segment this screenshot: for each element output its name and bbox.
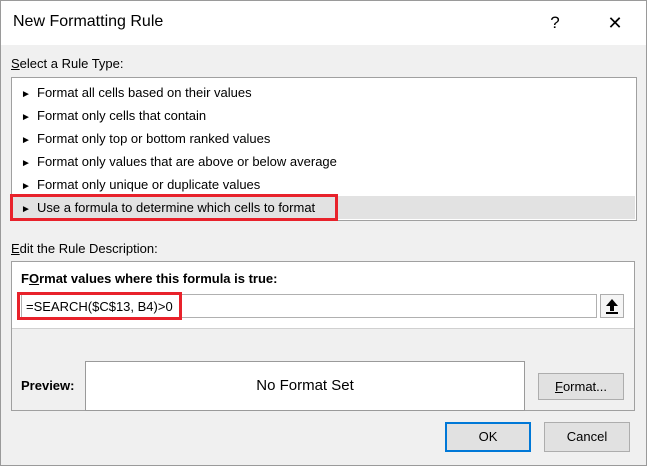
selected-rule-highlight: [10, 194, 338, 221]
formula-highlight: [17, 292, 182, 320]
cancel-button[interactable]: Cancel: [544, 422, 630, 452]
formula-caption: FOrmat values where this formula is true…: [21, 271, 278, 286]
title-bar: New Formatting Rule ? ✕: [1, 1, 646, 45]
rule-arrow-icon: ►: [21, 89, 31, 100]
preview-label: Preview:: [21, 378, 75, 393]
rule-type-label: Select a Rule Type:: [11, 56, 124, 71]
rule-item-label: Format only cells that contain: [37, 108, 207, 123]
ok-button[interactable]: OK: [445, 422, 531, 452]
rule-item-label: Format only values that are above or bel…: [37, 154, 337, 169]
upload-arrow-icon: [606, 299, 618, 314]
close-button[interactable]: ✕: [595, 7, 635, 39]
format-preview: No Format Set: [85, 361, 525, 411]
rule-item-cells-contain[interactable]: ► Format only cells that contain: [13, 104, 635, 127]
rule-item-label: Format all cells based on their values: [37, 85, 252, 100]
rule-item-label: Format only unique or duplicate values: [37, 177, 261, 192]
rule-item-label: Format only top or bottom ranked values: [37, 131, 271, 146]
help-button[interactable]: ?: [537, 7, 573, 39]
rule-arrow-icon: ►: [21, 112, 31, 123]
rule-item-all-cells[interactable]: ► Format all cells based on their values: [13, 81, 635, 104]
collapse-dialog-button[interactable]: [600, 294, 624, 318]
rule-item-unique-duplicate[interactable]: ► Format only unique or duplicate values: [13, 173, 635, 196]
rule-description-box: FOrmat values where this formula is true…: [11, 261, 635, 411]
rule-item-above-below-average[interactable]: ► Format only values that are above or be…: [13, 150, 635, 173]
rule-description-label: Edit the Rule Description:: [11, 241, 158, 256]
format-button[interactable]: Format...: [538, 373, 624, 400]
rule-arrow-icon: ►: [21, 158, 31, 169]
new-formatting-rule-dialog: New Formatting Rule ? ✕ Select a Rule Ty…: [0, 0, 647, 466]
rule-item-top-bottom[interactable]: ► Format only top or bottom ranked values: [13, 127, 635, 150]
rule-arrow-icon: ►: [21, 135, 31, 146]
dialog-title: New Formatting Rule: [13, 13, 164, 30]
